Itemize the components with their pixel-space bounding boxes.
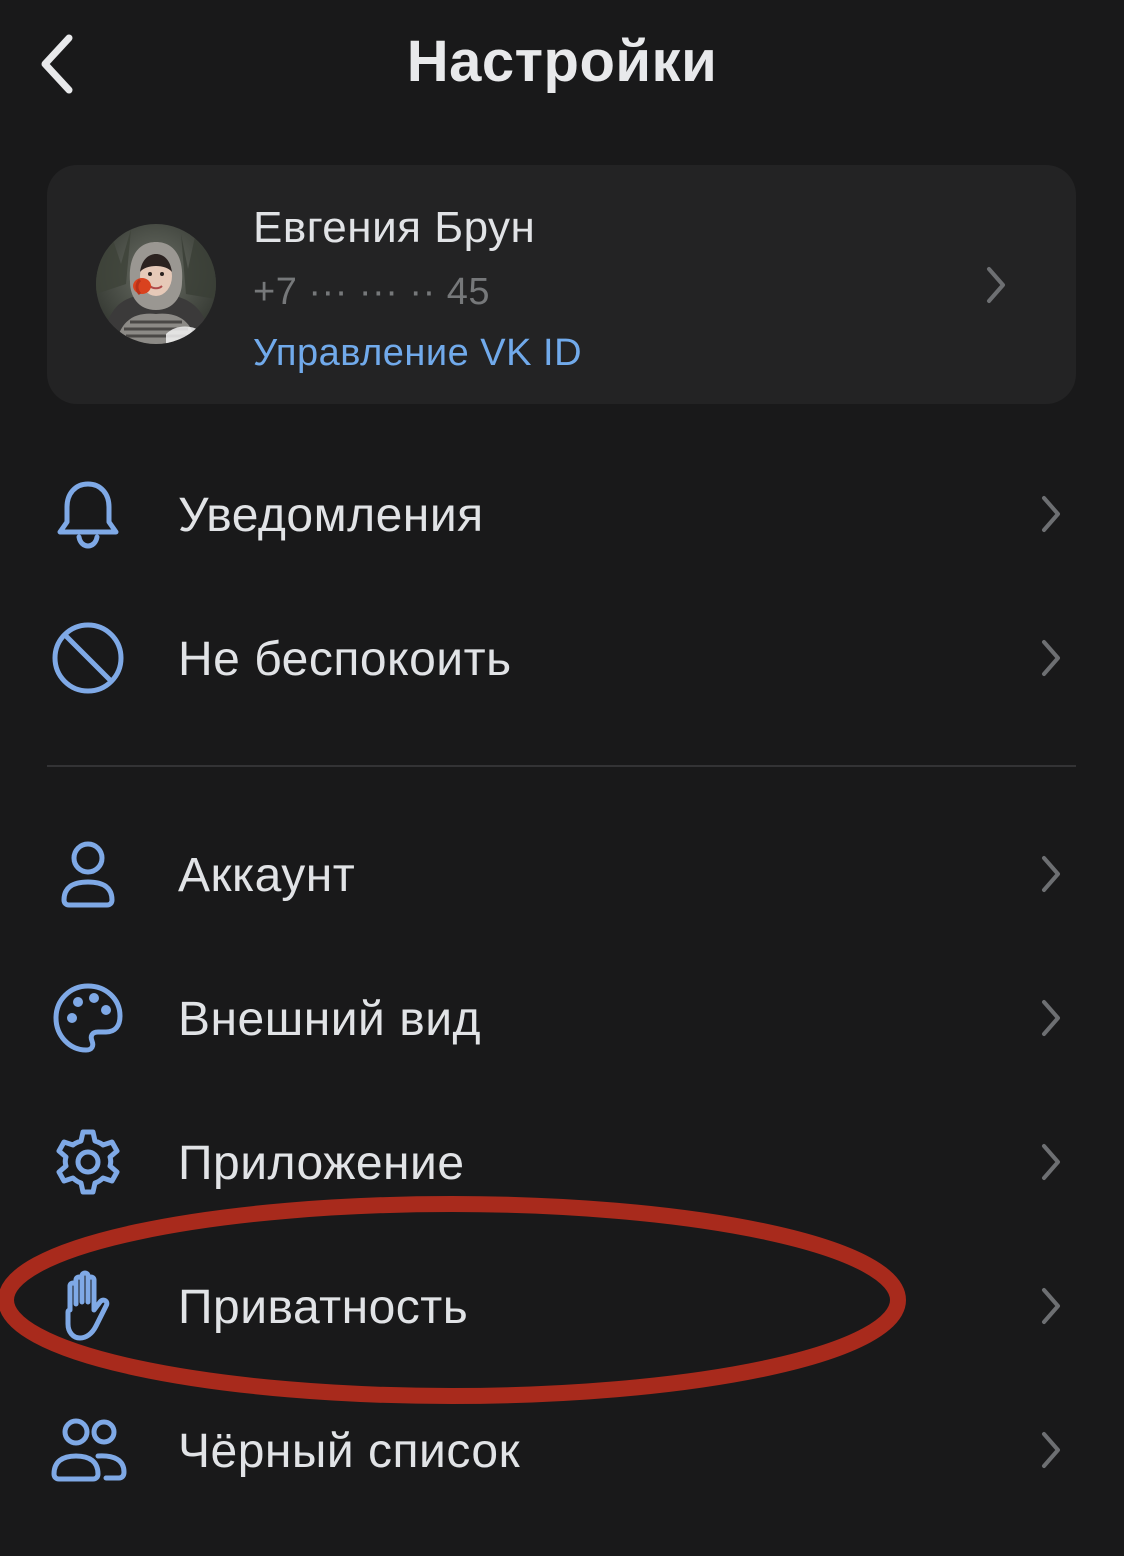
menu-item-notifications[interactable]: Уведомления [0,442,1124,586]
profile-card[interactable]: Евгения Брун +7 ··· ··· ·· 45 Управление… [47,165,1076,404]
page-title: Настройки [406,29,718,94]
user-icon [61,841,115,908]
chevron-right-icon [1042,1288,1060,1324]
palette-icon [53,983,123,1053]
manage-vk-id-link[interactable]: Управление VK ID [253,332,582,375]
divider [47,765,1076,767]
avatar[interactable] [96,224,216,344]
menu-item-label: Уведомления [178,489,484,542]
profile-name: Евгения Брун [253,203,536,252]
chevron-right-icon [987,267,1005,303]
menu-item-blacklist[interactable]: Чёрный список [0,1378,1124,1522]
chevron-right-icon [1042,1432,1060,1468]
chevron-right-icon [1042,1000,1060,1036]
hand-icon [65,1270,110,1341]
do-not-disturb-icon [52,622,124,694]
chevron-right-icon [1042,1144,1060,1180]
menu-item-label: Приложение [178,1137,465,1190]
menu-item-application[interactable]: Приложение [0,1090,1124,1234]
chevron-right-icon [1042,496,1060,532]
profile-phone: +7 ··· ··· ·· 45 [253,271,491,313]
menu-item-privacy[interactable]: Приватность [0,1234,1124,1378]
bell-icon [57,481,119,549]
navigation-bar: Настройки [0,0,1124,130]
menu-item-do-not-disturb[interactable]: Не беспокоить [0,586,1124,730]
menu-item-appearance[interactable]: Внешний вид [0,946,1124,1090]
chevron-right-icon [1042,640,1060,676]
menu-item-account[interactable]: Аккаунт [0,802,1124,946]
chevron-right-icon [1042,856,1060,892]
menu-item-label: Не беспокоить [178,633,512,686]
users-icon [51,1418,127,1482]
menu-item-label: Аккаунт [178,849,356,902]
menu-item-label: Приватность [178,1281,469,1334]
menu-item-label: Внешний вид [178,993,482,1046]
menu-item-label: Чёрный список [178,1425,521,1478]
gear-icon [56,1129,120,1195]
